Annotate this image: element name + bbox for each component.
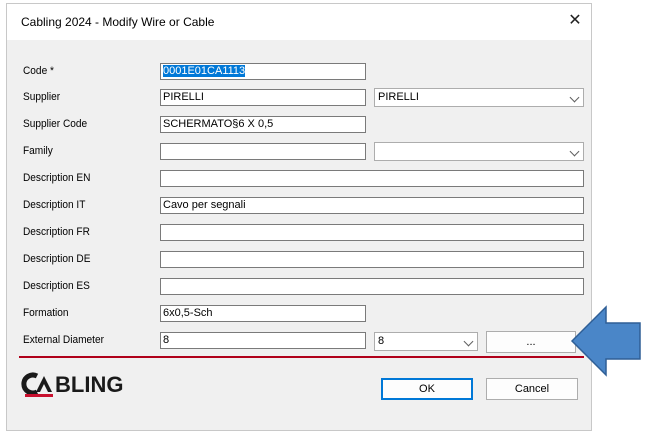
family-select[interactable] <box>374 142 584 161</box>
separator-line <box>19 356 584 358</box>
desc-es-input[interactable] <box>160 278 584 295</box>
desc-de-label: Description DE <box>23 253 91 265</box>
chevron-down-icon <box>569 92 580 103</box>
cabling-logo: BLING <box>21 372 123 397</box>
ellipsis-button[interactable]: ... <box>486 331 576 353</box>
supplier-code-label: Supplier Code <box>23 118 88 130</box>
formation-label: Formation <box>23 307 69 319</box>
supplier-label: Supplier <box>23 91 61 103</box>
ext-diameter-select[interactable]: 8 <box>374 332 478 351</box>
code-label: Code * <box>23 65 54 77</box>
ext-diameter-select-value: 8 <box>378 335 385 347</box>
dialog-title: Cabling 2024 - Modify Wire or Cable <box>21 15 215 29</box>
desc-it-input[interactable]: Cavo per segnali <box>160 197 584 214</box>
desc-fr-label: Description FR <box>23 226 90 238</box>
desc-en-label: Description EN <box>23 172 91 184</box>
title-bar: Cabling 2024 - Modify Wire or Cable ✕ <box>7 4 591 40</box>
chevron-down-icon <box>569 146 580 157</box>
close-icon[interactable]: ✕ <box>567 12 583 30</box>
desc-de-input[interactable] <box>160 251 584 268</box>
modify-wire-dialog: Cabling 2024 - Modify Wire or Cable ✕ Co… <box>6 3 592 431</box>
desc-en-input[interactable] <box>160 170 584 187</box>
ext-diameter-label: External Diameter <box>23 334 105 346</box>
supplier-code-input[interactable]: SCHERMATO§6 X 0,5 <box>160 116 366 133</box>
supplier-select[interactable]: PIRELLI <box>374 88 584 107</box>
chevron-down-icon <box>463 336 474 347</box>
ext-diameter-input[interactable]: 8 <box>160 332 366 349</box>
desc-it-label: Description IT <box>23 199 86 211</box>
supplier-input[interactable]: PIRELLI <box>160 89 366 106</box>
family-label: Family <box>23 145 53 157</box>
arrow-left-icon <box>570 305 641 377</box>
desc-fr-input[interactable] <box>160 224 584 241</box>
svg-text:BLING: BLING <box>55 372 123 397</box>
formation-input[interactable]: 6x0,5-Sch <box>160 305 366 322</box>
ok-button[interactable]: OK <box>381 378 473 400</box>
code-input[interactable]: 0001E01CA1113 <box>160 63 366 80</box>
code-value: 0001E01CA1113 <box>163 65 246 77</box>
cancel-button[interactable]: Cancel <box>486 378 578 400</box>
supplier-select-value: PIRELLI <box>378 91 419 103</box>
logo-a-shape <box>36 376 52 392</box>
desc-es-label: Description ES <box>23 280 90 292</box>
logo-red-bar <box>25 394 53 397</box>
family-input[interactable] <box>160 143 366 160</box>
